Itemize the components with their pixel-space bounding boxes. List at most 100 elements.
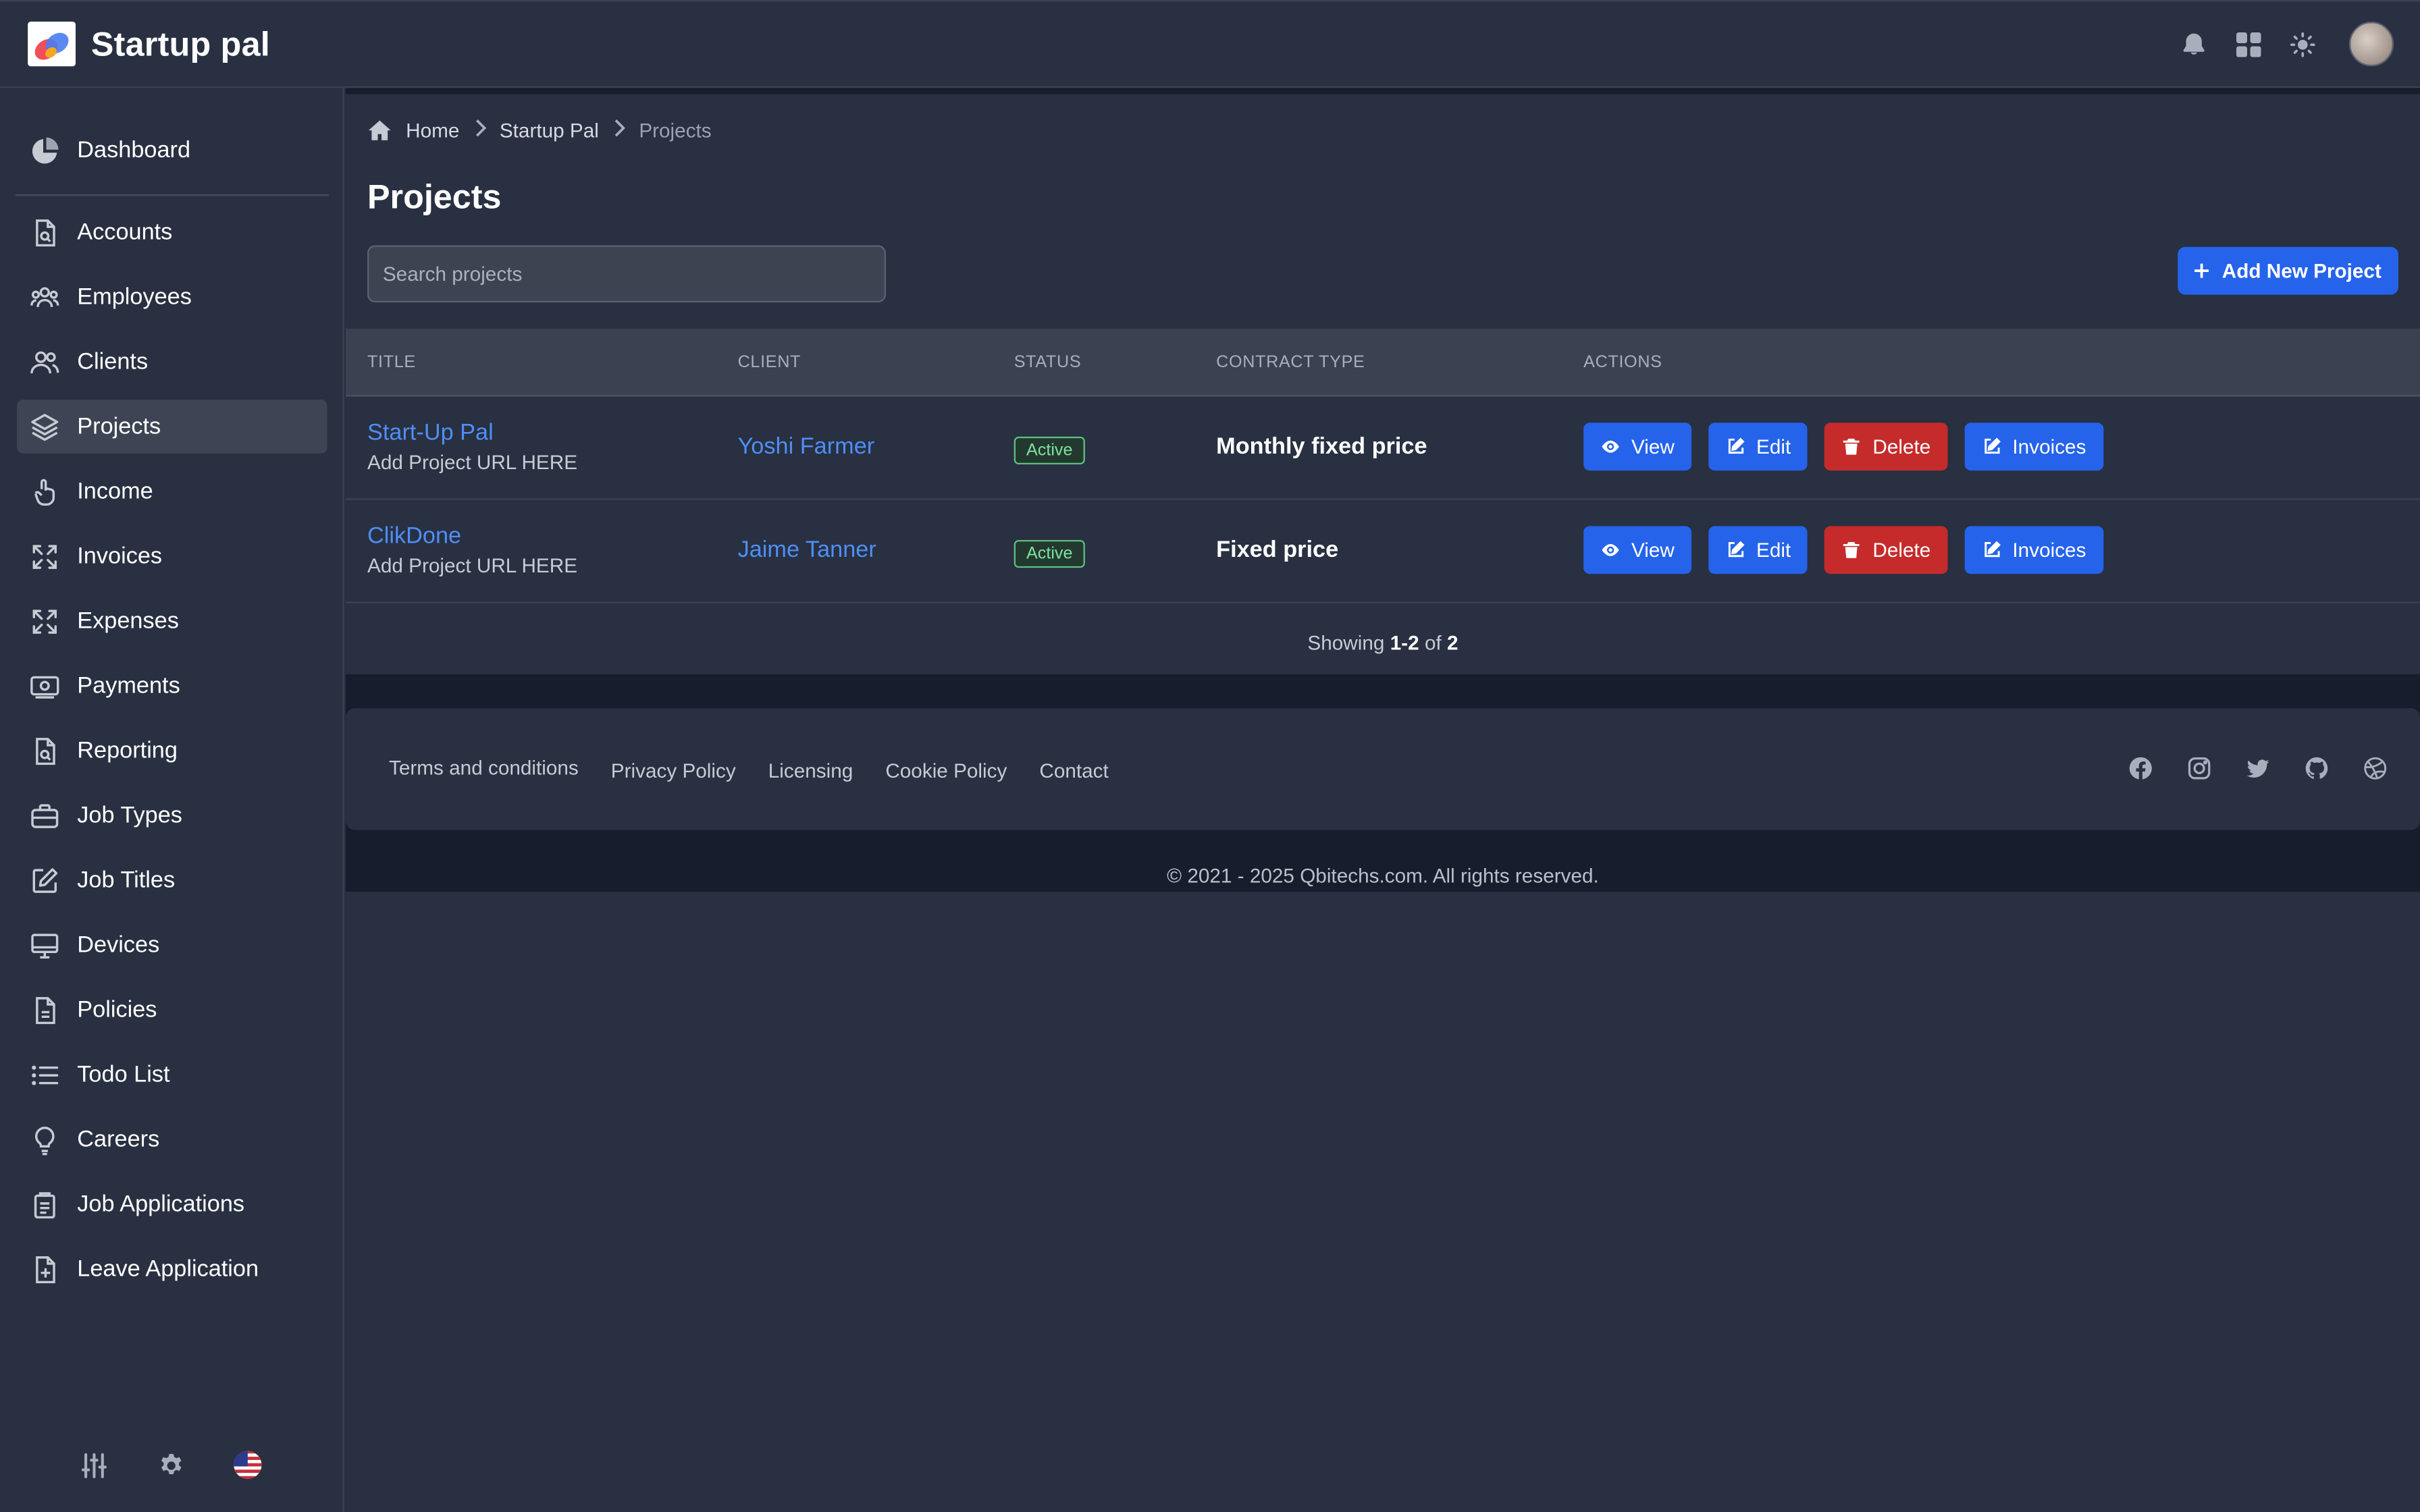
copyright: © 2021 - 2025 Qbitechs.com. All rights r…	[1167, 863, 1599, 888]
delete-button[interactable]: Delete	[1824, 526, 1948, 574]
footer-link-cookie[interactable]: Cookie Policy	[885, 759, 1007, 782]
app-name: Startup pal	[90, 24, 270, 63]
sidebar-item-projects[interactable]: Projects	[17, 399, 327, 454]
view-button[interactable]: View	[1583, 526, 1692, 574]
sidebar-item-invoices[interactable]: Invoices	[17, 529, 327, 583]
sun-icon[interactable]	[2286, 28, 2318, 60]
sidebar-item-policies[interactable]: Policies	[17, 983, 327, 1037]
footer-link-privacy[interactable]: Privacy Policy	[611, 759, 736, 782]
client-link[interactable]: Jaime Tanner	[738, 537, 876, 563]
edit-label: Edit	[1756, 538, 1791, 562]
footer-social	[2127, 755, 2390, 782]
edit-label: Edit	[1756, 435, 1791, 458]
gear-icon[interactable]	[155, 1449, 187, 1481]
clipboard-icon	[29, 1189, 77, 1220]
header-status[interactable]: STATUS	[1014, 353, 1082, 371]
sidebar-item-label: Dashboard	[77, 137, 191, 164]
footer-links: Terms and conditions Privacy Policy Lice…	[389, 756, 1109, 782]
invoices-button[interactable]: Invoices	[1964, 526, 2103, 574]
sidebar-item-employees[interactable]: Employees	[17, 270, 327, 324]
sidebar-item-leave-application[interactable]: Leave Application	[17, 1242, 327, 1296]
home-icon[interactable]	[367, 119, 392, 142]
add-new-project-button[interactable]: Add New Project	[2177, 246, 2398, 295]
edit-button[interactable]: Edit	[1708, 423, 1808, 471]
row-actions: View Edit Delete Invoices	[1583, 526, 2103, 574]
edit-button[interactable]: Edit	[1708, 526, 1808, 574]
dribbble-icon[interactable]	[2361, 755, 2389, 782]
sidebar-bottom-actions	[77, 1449, 264, 1481]
pagination-summary: Showing 1-2 of 2	[346, 631, 2420, 654]
sidebar-item-todo-list[interactable]: Todo List	[17, 1048, 327, 1102]
status-badge: Active	[1014, 539, 1085, 568]
sidebar-item-label: Reporting	[77, 737, 178, 764]
header-contract-type[interactable]: CONTRACT TYPE	[1216, 353, 1365, 371]
user-group-icon	[29, 346, 77, 377]
users-icon	[29, 281, 77, 313]
us-flag-icon[interactable]	[232, 1449, 264, 1481]
delete-button[interactable]: Delete	[1824, 423, 1948, 471]
sidebar-item-expenses[interactable]: Expenses	[17, 594, 327, 648]
bell-icon[interactable]	[2178, 28, 2210, 60]
view-label: View	[1631, 538, 1675, 562]
project-title-link[interactable]: ClikDone	[367, 523, 577, 549]
brand[interactable]: Startup pal	[28, 21, 270, 67]
facebook-icon[interactable]	[2127, 755, 2155, 782]
footer-link-licensing[interactable]: Licensing	[768, 759, 853, 782]
apps-grid-icon[interactable]	[2232, 28, 2264, 60]
sidebar-item-careers[interactable]: Careers	[17, 1112, 327, 1166]
user-avatar[interactable]	[2348, 21, 2394, 67]
twitter-icon[interactable]	[2244, 755, 2271, 782]
sidebar-item-job-types[interactable]: Job Types	[17, 788, 327, 842]
lightbulb-icon	[29, 1124, 77, 1155]
search-input[interactable]	[367, 245, 886, 302]
sidebar-item-devices[interactable]: Devices	[17, 918, 327, 972]
invoices-label: Invoices	[2012, 538, 2086, 562]
eye-icon	[1600, 437, 1621, 457]
header-client[interactable]: CLIENT	[738, 353, 801, 371]
sidebar-item-clients[interactable]: Clients	[17, 335, 327, 389]
sidebar-item-dashboard[interactable]: Dashboard	[17, 124, 327, 178]
sidebar: Dashboard Accounts Employees Clients Project…	[0, 88, 344, 1512]
trash-icon	[1842, 540, 1862, 560]
header-title[interactable]: TITLE	[367, 353, 416, 371]
status-badge: Active	[1014, 436, 1085, 464]
hand-coin-icon	[29, 476, 77, 507]
sidebar-item-label: Devices	[77, 932, 160, 959]
sidebar-item-label: Projects	[77, 413, 161, 440]
project-title-link[interactable]: Start-Up Pal	[367, 420, 577, 446]
project-title-cell: Start-Up Pal Add Project URL HERE	[367, 420, 577, 474]
view-button[interactable]: View	[1583, 423, 1692, 471]
sidebar-item-accounts[interactable]: Accounts	[17, 205, 327, 259]
breadcrumb-parent[interactable]: Startup Pal	[500, 119, 599, 142]
sliders-icon[interactable]	[77, 1449, 109, 1481]
sidebar-item-income[interactable]: Income	[17, 464, 327, 518]
footer-link-terms[interactable]: Terms and conditions	[389, 756, 579, 782]
edit-icon	[1725, 437, 1745, 457]
sidebar-item-label: Job Titles	[77, 867, 176, 894]
breadcrumb: Home Startup Pal Projects	[367, 119, 712, 142]
table-header: TITLE CLIENT STATUS CONTRACT TYPE ACTION…	[345, 328, 2420, 397]
status-cell: Active	[1014, 539, 1085, 568]
client-link[interactable]: Yoshi Farmer	[738, 433, 875, 460]
document-icon	[29, 994, 77, 1025]
pagination-total: 2	[1447, 630, 1458, 655]
footer-link-contact[interactable]: Contact	[1039, 759, 1108, 782]
trash-icon	[1842, 437, 1862, 457]
document-search-icon	[29, 735, 77, 766]
delete-label: Delete	[1872, 538, 1931, 562]
instagram-icon[interactable]	[2186, 755, 2213, 782]
sidebar-item-job-titles[interactable]: Job Titles	[17, 853, 327, 907]
breadcrumb-home[interactable]: Home	[406, 119, 459, 142]
pagination-range: 1-2	[1390, 630, 1419, 655]
github-icon[interactable]	[2303, 755, 2330, 782]
status-cell: Active	[1014, 435, 1085, 464]
sidebar-item-job-applications[interactable]: Job Applications	[17, 1177, 327, 1231]
invoices-button[interactable]: Invoices	[1964, 423, 2103, 471]
sidebar-item-label: Job Applications	[77, 1191, 245, 1218]
sidebar-item-reporting[interactable]: Reporting	[17, 724, 327, 778]
project-url: Add Project URL HERE	[367, 450, 578, 474]
sidebar-divider	[15, 194, 329, 196]
sidebar-item-payments[interactable]: Payments	[17, 659, 327, 713]
breadcrumb-current: Projects	[639, 118, 712, 142]
pie-chart-icon	[29, 135, 77, 166]
